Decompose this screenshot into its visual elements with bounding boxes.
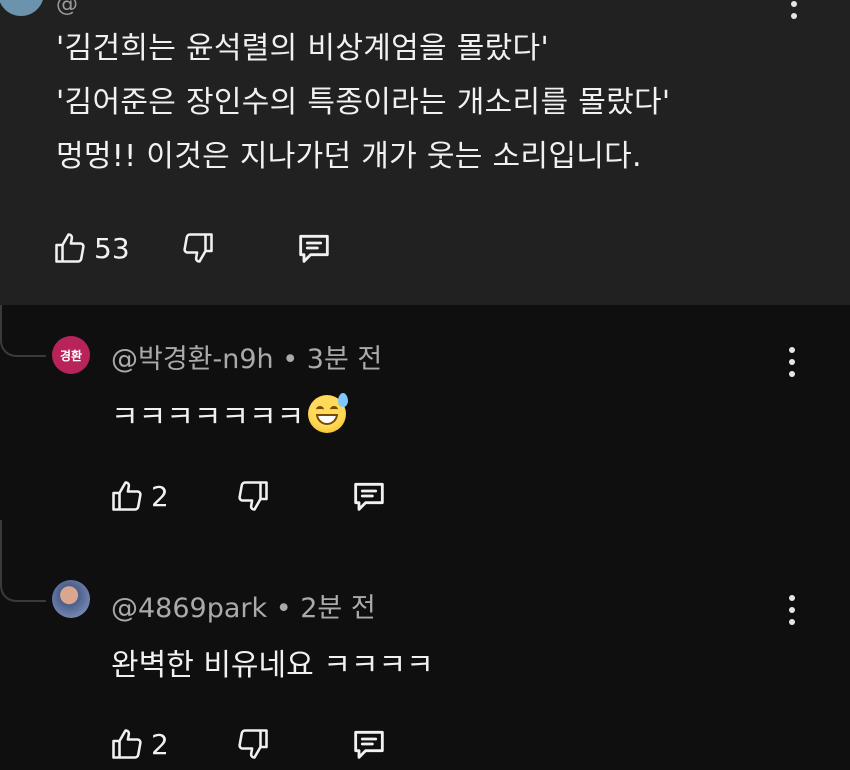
thumbs-down-icon — [182, 233, 213, 263]
grinning-sweat-emoji — [308, 393, 349, 433]
reply-actions: 2 — [109, 476, 389, 516]
timestamp[interactable]: 3분 전 — [307, 344, 382, 375]
comment-line: '김건희는 윤석렬의 비상계엄을 몰랐다' — [56, 31, 550, 66]
like-button[interactable]: 53 — [52, 230, 130, 266]
author-handle[interactable]: @4869park — [111, 593, 267, 624]
comment-line: '김어준은 장인수의 특종이라는 개소리를 몰랐다' — [56, 85, 671, 120]
avatar[interactable]: 경환 — [52, 336, 90, 374]
reply-actions: 2 — [109, 724, 389, 764]
thumbs-up-icon — [112, 729, 142, 759]
thumbs-down-icon — [238, 729, 268, 759]
more-options-icon[interactable] — [784, 0, 804, 24]
thumbs-up-icon — [55, 233, 85, 263]
avatar[interactable] — [0, 0, 44, 16]
reply-button[interactable] — [349, 724, 389, 764]
reply-text: ㅋㅋㅋㅋㅋㅋㅋ — [111, 392, 349, 436]
like-count: 2 — [151, 479, 169, 513]
timestamp[interactable]: 2분 전 — [300, 593, 375, 624]
parent-comment: @ '김건희는 윤석렬의 비상계엄을 몰랐다' '김어준은 장인수의 특종이라는… — [0, 0, 850, 305]
thread-connector — [0, 520, 46, 602]
dislike-button[interactable] — [180, 230, 216, 266]
like-count: 53 — [94, 231, 130, 265]
thumbs-down-icon — [238, 481, 268, 511]
thumbs-up-icon — [112, 481, 142, 511]
reply-icon — [354, 730, 384, 759]
separator-dot: • — [275, 593, 301, 624]
avatar[interactable] — [52, 580, 90, 618]
reply-icon — [298, 234, 329, 263]
more-options-icon[interactable] — [782, 590, 802, 630]
reply-button[interactable] — [294, 228, 334, 268]
reply-button[interactable] — [349, 476, 389, 516]
reply-body: ㅋㅋㅋㅋㅋㅋㅋ — [111, 400, 305, 435]
thread-connector — [0, 305, 46, 357]
avatar-initials: 경환 — [59, 348, 83, 363]
separator-dot: • — [282, 344, 307, 375]
reply-header: @4869park • 2분 전 — [111, 586, 376, 625]
reply-body: 완벽한 비유네요 ㅋㅋㅋㅋ — [111, 648, 434, 683]
like-button[interactable]: 2 — [109, 726, 169, 762]
dislike-button[interactable] — [235, 726, 271, 762]
like-button[interactable]: 2 — [109, 478, 169, 514]
author-handle[interactable]: @박경환-n9h — [111, 344, 274, 375]
comment-actions: 53 — [52, 228, 334, 268]
comment-text: '김건희는 윤석렬의 비상계엄을 몰랐다' '김어준은 장인수의 특종이라는 개… — [56, 22, 670, 184]
comment-header: @ — [56, 0, 78, 17]
reply-header: @박경환-n9h • 3분 전 — [111, 337, 382, 376]
more-options-icon[interactable] — [782, 342, 802, 382]
like-count: 2 — [151, 727, 169, 761]
reply-text: 완벽한 비유네요 ㅋㅋㅋㅋ — [111, 640, 434, 684]
comment-line: 멍멍!! 이것은 지나가던 개가 웃는 소리입니다. — [56, 139, 642, 174]
reply-icon — [354, 482, 384, 511]
dislike-button[interactable] — [235, 478, 271, 514]
